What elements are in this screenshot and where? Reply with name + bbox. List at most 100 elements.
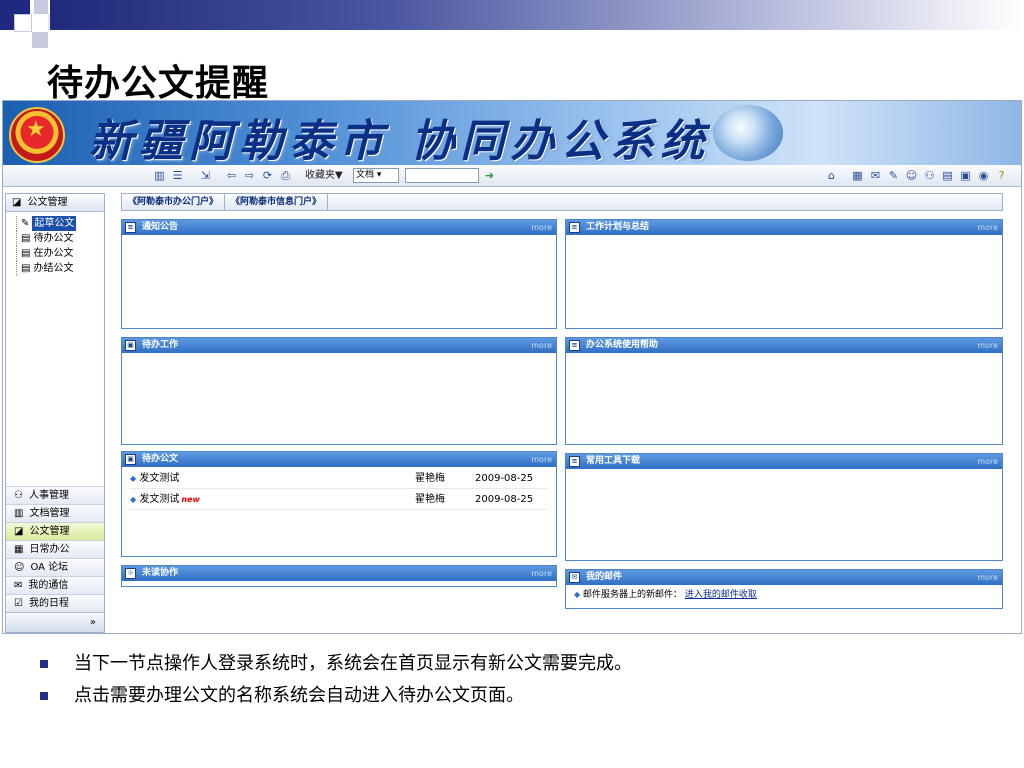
mail-row: ◆ 邮件服务器上的新邮件： 进入我的邮件收取 [574, 590, 757, 600]
bullet-item: 当下一节点操作人登录系统时，系统会在首页显示有新公文需要完成。 [40, 648, 632, 680]
forward-icon[interactable]: ⇨ [243, 169, 256, 182]
mail-link[interactable]: 进入我的邮件收取 [685, 590, 757, 600]
panel-todo-work-title: 待办工作 [142, 340, 179, 350]
list-icon[interactable]: ☰ [171, 169, 184, 182]
more-link[interactable]: more [531, 220, 552, 235]
panel-todo-docs-title: 待办公文 [142, 454, 179, 464]
tree-item-todo[interactable]: ▤ 待办公文 [16, 231, 104, 246]
logout-icon[interactable]: ◉ [977, 169, 990, 182]
panel-mail: ✉ 我的邮件 more ◆ 邮件服务器上的新邮件： 进入我的邮件收取 [565, 569, 1003, 609]
bullet-square-icon [40, 692, 48, 700]
panel-notice-title: 通知公告 [142, 222, 179, 232]
search-input[interactable] [405, 168, 479, 183]
menu-comms[interactable]: ✉ 我的通信 [6, 576, 104, 594]
back-icon[interactable]: ⇦ [225, 169, 238, 182]
inprogress-doc-icon: ▤ [21, 248, 31, 259]
home-icon[interactable]: ⌂ [825, 169, 838, 182]
search-go-icon[interactable]: ➜ [483, 169, 496, 182]
panel-unread-title: 未读协作 [142, 568, 179, 578]
contacts-icon[interactable]: ☺ [905, 169, 918, 182]
panel-notice: ≡ 通知公告 more [121, 219, 557, 329]
doc-title-link[interactable]: 发文测试 [139, 494, 179, 505]
globe-icon [713, 105, 783, 161]
tree-item-draft[interactable]: ✎ 起草公文 [16, 216, 104, 231]
help-icon[interactable]: ? [995, 169, 1008, 182]
tree-item-done[interactable]: ▤ 办结公文 [16, 261, 104, 276]
sidebar-header[interactable]: ◪ 公文管理 [6, 194, 104, 212]
mail-label: 邮件服务器上的新邮件： [583, 590, 683, 600]
todo-docs-icon: ▣ [125, 454, 136, 465]
sidebar-splitter[interactable] [106, 193, 114, 633]
todo-work-icon: ▣ [125, 340, 136, 351]
panel-workplan-title: 工作计划与总结 [586, 222, 650, 232]
sidebar-expand-button[interactable]: » [6, 612, 104, 632]
bullet-item: 点击需要办理公文的名称系统会自动进入待办公文页面。 [40, 680, 632, 712]
tree-item-inprogress[interactable]: ▤ 在办公文 [16, 246, 104, 261]
sidebar: ◪ 公文管理 ✎ 起草公文 ▤ 待办公文 ▤ 在办公文 ▤ 办结公文 ⚇ 人事管理 ▥ 文档… [5, 193, 105, 633]
help-doc-icon: ≡ [569, 340, 580, 351]
sidebar-tree: ✎ 起草公文 ▤ 待办公文 ▤ 在办公文 ▤ 办结公文 [6, 212, 104, 276]
oa-app-window: 新疆阿勒泰市 协同办公系统 ▥ ☰ ⇲ ⇦ ⇨ ⟳ ⎙ 收藏夹▼ 文档 ▾ ➜ … [2, 100, 1022, 634]
table-icon[interactable]: ▤ [941, 169, 954, 182]
toolbar: ▥ ☰ ⇲ ⇦ ⇨ ⟳ ⎙ 收藏夹▼ 文档 ▾ ➜ ⌂ ▦ ✉ ✎ ☺ ⚇ ▤ … [3, 165, 1021, 187]
comms-icon: ✉ [14, 579, 23, 591]
new-badge: new [181, 495, 200, 504]
doc-date: 2009-08-25 [475, 473, 534, 484]
search-type-select[interactable]: 文档 ▾ [353, 168, 399, 183]
sidebar-menu: ⚇ 人事管理 ▥ 文档管理 ◪ 公文管理 ▦ 日常办公 ☺ OA 论坛 ✉ 我的通信 ☑ 我的… [6, 486, 104, 632]
edit-icon[interactable]: ✎ [887, 169, 900, 182]
daily-icon: ▦ [14, 543, 24, 555]
more-link[interactable]: more [531, 452, 552, 467]
exit-icon[interactable]: ⇲ [199, 169, 212, 182]
panel-unread: ☼ 未读协作 more [121, 565, 557, 587]
panel-tools-title: 常用工具下载 [586, 456, 641, 466]
mail-icon[interactable]: ✉ [869, 169, 882, 182]
bullet-square-icon [40, 660, 48, 668]
slide-title: 待办公文提醒 [47, 63, 270, 104]
view-icon[interactable]: ▥ [153, 169, 166, 182]
panel-workplan: ≡ 工作计划与总结 more [565, 219, 1003, 329]
doc-author: 翟艳梅 [415, 494, 445, 505]
doc-date: 2009-08-25 [475, 494, 534, 505]
more-link[interactable]: more [977, 454, 998, 469]
more-link[interactable]: more [531, 566, 552, 581]
doc-title-link[interactable]: 发文测试 [139, 473, 179, 484]
notice-icon: ≡ [125, 222, 136, 233]
title-bar-decoration [50, 0, 1024, 30]
draft-icon: ✎ [21, 218, 30, 229]
tools-icon: ≡ [569, 456, 580, 467]
menu-forum[interactable]: ☺ OA 论坛 [6, 558, 104, 576]
schedule-icon: ☑ [14, 597, 23, 609]
note-icon[interactable]: ▣ [959, 169, 972, 182]
menu-schedule[interactable]: ☑ 我的日程 [6, 594, 104, 612]
favorites-menu[interactable]: 收藏夹▼ [305, 169, 343, 182]
tab-info-portal[interactable]: 《阿勒泰市信息门户》 [225, 194, 329, 210]
doc-mgmt-icon: ◪ [12, 196, 22, 208]
panel-tools: ≡ 常用工具下载 more [565, 453, 1003, 561]
docs-icon: ▥ [14, 507, 24, 519]
more-link[interactable]: more [531, 338, 552, 353]
done-doc-icon: ▤ [21, 263, 31, 274]
panel-help-title: 办公系统使用帮助 [586, 340, 659, 350]
print-icon[interactable]: ⎙ [279, 169, 292, 182]
todo-doc-row[interactable]: ◆ 发文测试 翟艳梅 2009-08-25 [130, 469, 548, 489]
more-link[interactable]: more [977, 220, 998, 235]
panel-todo-work: ▣ 待办工作 more [121, 337, 557, 445]
banner-title: 新疆阿勒泰市 协同办公系统 [89, 116, 711, 165]
calendar-icon[interactable]: ▦ [851, 169, 864, 182]
menu-docs[interactable]: ▥ 文档管理 [6, 504, 104, 522]
tab-office-portal[interactable]: 《阿勒泰市办公门户》 [122, 194, 226, 210]
panel-help: ≡ 办公系统使用帮助 more [565, 337, 1003, 445]
menu-hr[interactable]: ⚇ 人事管理 [6, 486, 104, 504]
todo-doc-row[interactable]: ◆ 发文测试 new 翟艳梅 2009-08-25 [130, 490, 548, 510]
users-icon[interactable]: ⚇ [923, 169, 936, 182]
refresh-icon[interactable]: ⟳ [261, 169, 274, 182]
official-docs-icon: ◪ [14, 525, 24, 537]
more-link[interactable]: more [977, 338, 998, 353]
app-banner: 新疆阿勒泰市 协同办公系统 [3, 101, 1021, 165]
menu-daily[interactable]: ▦ 日常办公 [6, 540, 104, 558]
more-link[interactable]: more [977, 570, 998, 585]
menu-official-docs[interactable]: ◪ 公文管理 [6, 522, 104, 540]
bullet-list: 当下一节点操作人登录系统时，系统会在首页显示有新公文需要完成。 点击需要办理公文… [40, 648, 632, 712]
unread-icon: ☼ [125, 568, 136, 579]
